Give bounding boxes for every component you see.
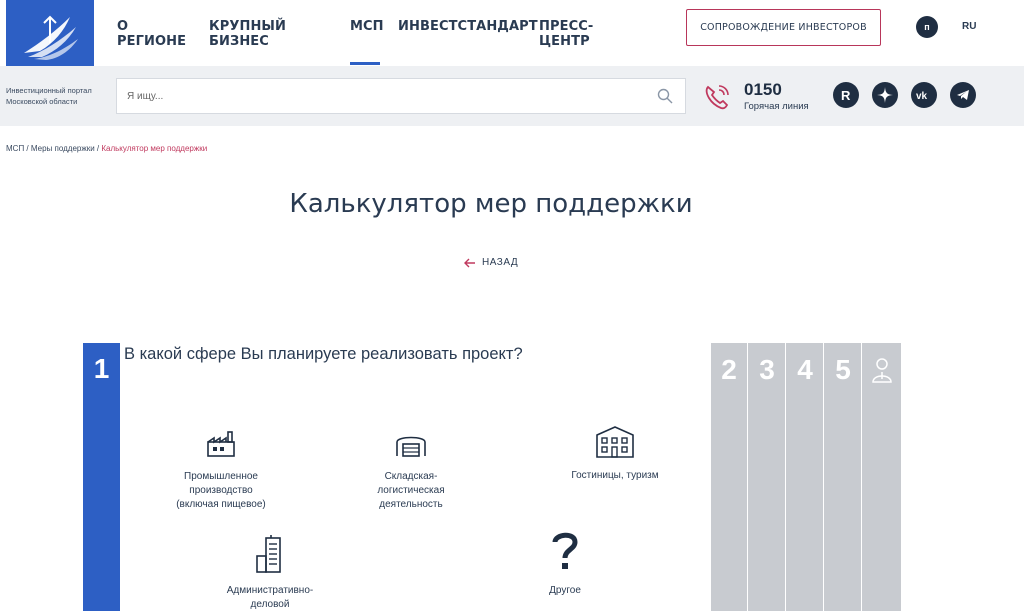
- nav-item-big-business[interactable]: КРУПНЫЙ БИЗНЕС: [209, 19, 339, 49]
- breadcrumb: МСП / Меры поддержки / Калькулятор мер п…: [6, 144, 207, 153]
- option-label: Промышленное производство (включая пищев…: [176, 471, 266, 510]
- nav-item-press-center[interactable]: ПРЕСС-ЦЕНТР: [539, 19, 639, 49]
- language-switcher[interactable]: RU: [962, 21, 976, 32]
- telegram-glyph-icon: [957, 90, 969, 100]
- step-indicator-5: 5: [825, 343, 862, 611]
- arrow-left-icon: [464, 258, 475, 267]
- nav-active-indicator: [350, 62, 380, 65]
- step-number: 4: [797, 354, 813, 385]
- step-number: 3: [759, 354, 775, 385]
- phone-icon[interactable]: [702, 82, 732, 112]
- zen-glyph-icon: [877, 87, 893, 103]
- rutube-icon[interactable]: R: [833, 82, 859, 108]
- step-indicator-active: 1: [83, 343, 120, 611]
- option-label: Складская-логистическая деятельность: [377, 471, 445, 510]
- option-label: Административно-деловой: [226, 585, 314, 610]
- office-building-icon: [256, 535, 281, 573]
- search-box: [116, 78, 686, 114]
- hotline-number[interactable]: 0150: [744, 80, 782, 100]
- remaining-steps: 2 3 4 5: [711, 343, 901, 611]
- search-icon[interactable]: [657, 88, 673, 104]
- rutube-glyph-icon: R: [841, 88, 851, 102]
- nav-item-msp[interactable]: МСП: [350, 19, 384, 34]
- option-hotels[interactable]: Гостиницы, туризм: [556, 425, 674, 483]
- hotline-label: Горячая линия: [744, 101, 809, 112]
- back-link[interactable]: НАЗАД: [464, 257, 518, 268]
- step-indicator-2: 2: [711, 343, 748, 611]
- hotel-icon: [596, 426, 634, 458]
- top-header: О РЕГИОНЕ КРУПНЫЙ БИЗНЕС МСП ИНВЕСТСТАНД…: [0, 0, 1024, 73]
- step-number: 5: [835, 354, 851, 385]
- page-title: Калькулятор мер поддержки: [289, 189, 693, 219]
- breadcrumb-separator: /: [24, 144, 31, 153]
- step-question: В какой сфере Вы планируете реализовать …: [124, 345, 523, 363]
- option-label: Другое: [549, 585, 581, 596]
- step-number: 1: [93, 353, 110, 384]
- breadcrumb-item-support-measures[interactable]: Меры поддержки: [31, 144, 95, 153]
- step-indicator-4: 4: [787, 343, 824, 611]
- back-label: НАЗАД: [482, 257, 519, 268]
- step-number: 2: [721, 354, 737, 385]
- option-business-center[interactable]: Административно-деловой: [214, 534, 326, 612]
- question-icon: [552, 532, 578, 569]
- svg-text:R: R: [841, 88, 851, 102]
- option-warehouse[interactable]: Складская-логистическая деятельность: [366, 428, 456, 512]
- vk-icon[interactable]: vk: [911, 82, 937, 108]
- portal-caption: Инвестиционный портал Московской области: [6, 86, 92, 106]
- search-input[interactable]: [127, 79, 647, 113]
- logo[interactable]: [6, 0, 94, 73]
- nav-item-investstandard[interactable]: ИНВЕСТСТАНДАРТ: [398, 19, 538, 34]
- breadcrumb-item-msp[interactable]: МСП: [6, 144, 24, 153]
- option-industrial[interactable]: Промышленное производство (включая пищев…: [170, 428, 272, 512]
- option-other[interactable]: Другое: [530, 530, 600, 598]
- user-avatar[interactable]: п: [916, 16, 938, 38]
- step-indicator-final: [863, 343, 900, 611]
- vk-glyph-icon: vk: [916, 91, 928, 101]
- logo-bird-icon: [24, 15, 78, 60]
- option-label: Гостиницы, туризм: [571, 470, 659, 481]
- investor-support-button[interactable]: СОПРОВОЖДЕНИЕ ИНВЕСТОРОВ: [686, 9, 881, 46]
- warehouse-icon: [396, 436, 426, 457]
- nav-item-region[interactable]: О РЕГИОНЕ: [117, 19, 197, 49]
- step-indicator-3: 3: [749, 343, 786, 611]
- person-icon: [872, 358, 892, 383]
- telegram-icon[interactable]: [950, 82, 976, 108]
- breadcrumb-current: Калькулятор мер поддержки: [101, 144, 208, 153]
- svg-text:vk: vk: [916, 91, 928, 101]
- factory-icon: [207, 431, 235, 457]
- zen-icon[interactable]: [872, 82, 898, 108]
